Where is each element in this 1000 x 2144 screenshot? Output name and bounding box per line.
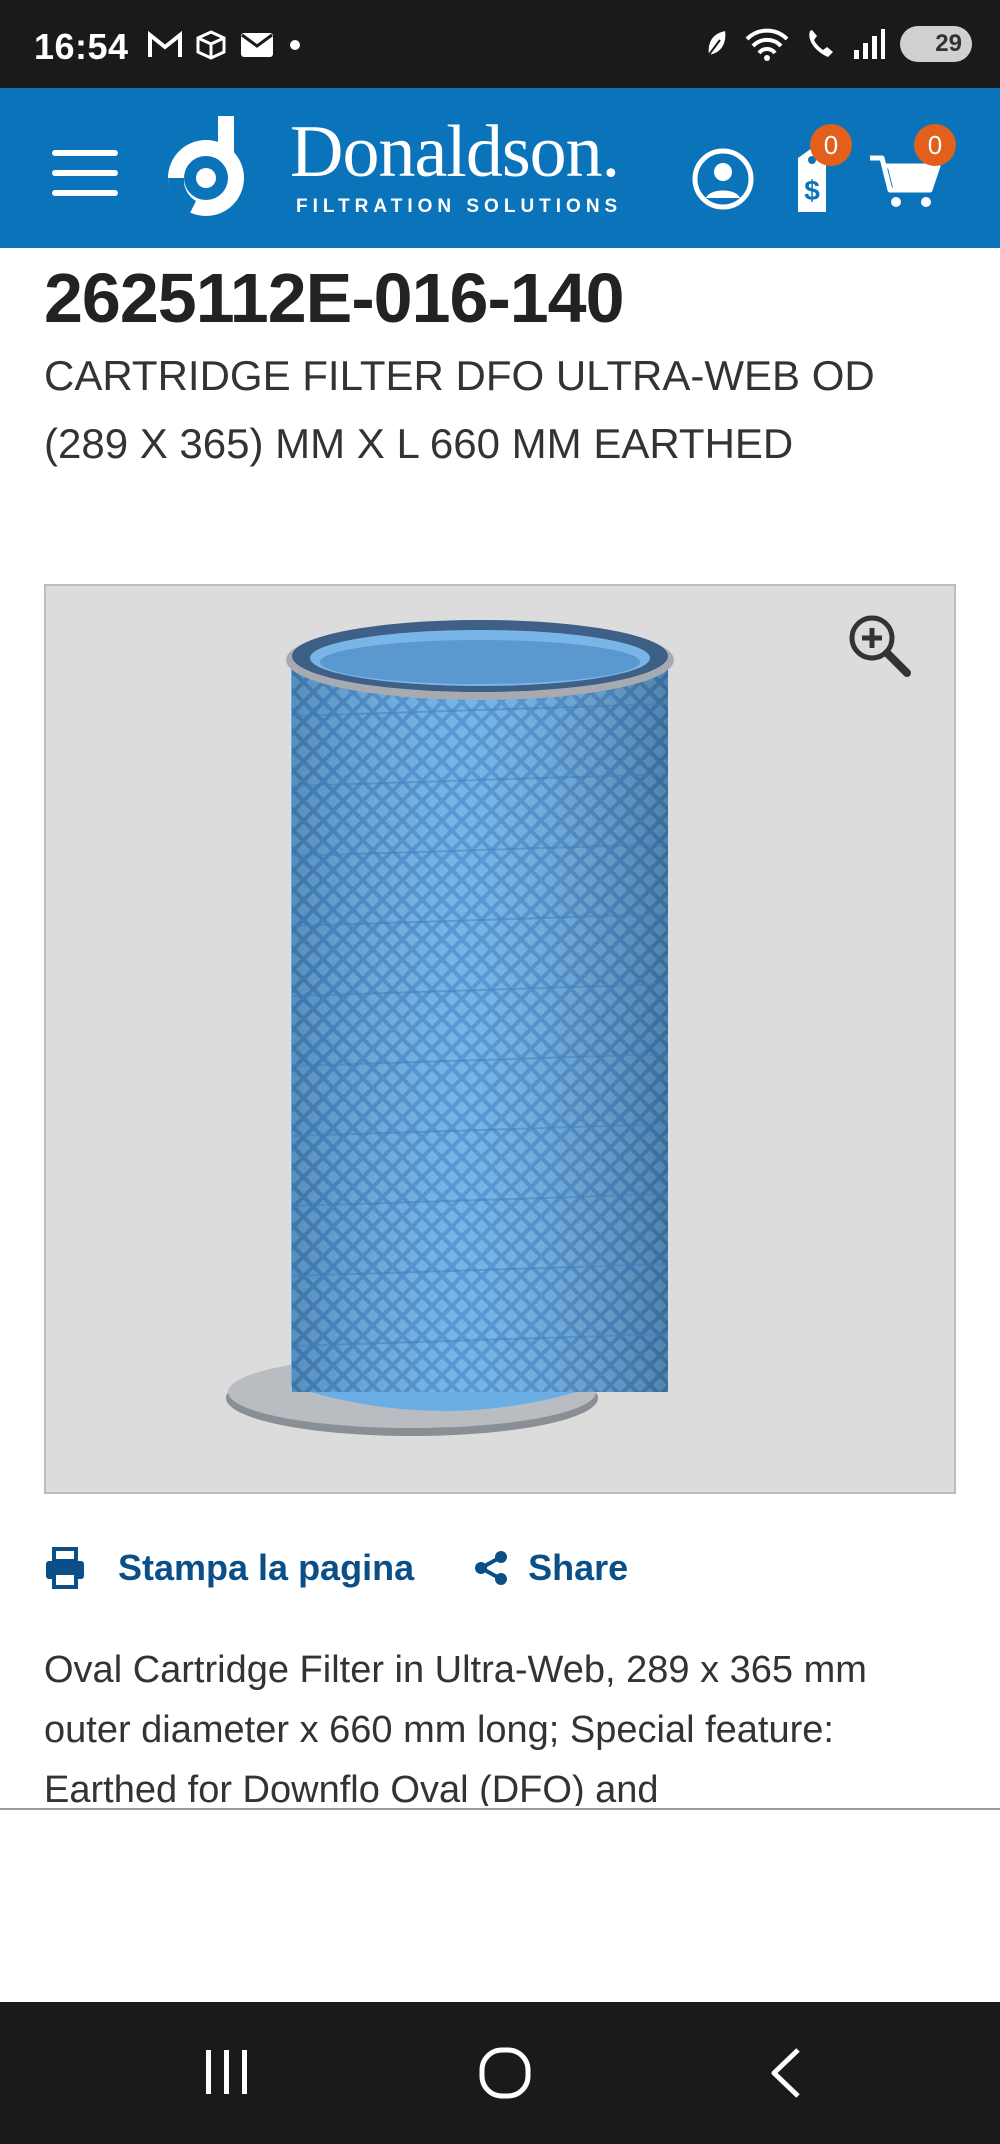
zoom-in-icon[interactable]	[846, 612, 912, 678]
product-description: CARTRIDGE FILTER DFO ULTRA-WEB OD (289 X…	[44, 352, 875, 467]
signal-icon	[854, 29, 885, 59]
share-label: Share	[528, 1547, 629, 1588]
package-icon	[196, 30, 226, 60]
print-page-button[interactable]: Stampa la pagina	[44, 1547, 414, 1589]
notification-icons	[148, 30, 302, 60]
back-icon[interactable]	[766, 2046, 806, 2100]
dot-icon	[290, 40, 300, 50]
wifi-call-icon	[809, 30, 833, 57]
cart-count-badge: 0	[914, 124, 956, 166]
donaldson-logo-icon[interactable]	[160, 116, 252, 224]
hamburger-menu-icon[interactable]	[52, 150, 118, 196]
brand-name: Donaldson.	[290, 111, 620, 193]
site-header: Donaldson. FILTRATION SOLUTIONS $ 0 0	[0, 88, 1000, 248]
printer-icon	[46, 1547, 84, 1589]
share-button[interactable]: Share	[474, 1547, 628, 1589]
gmail-icon	[148, 31, 182, 57]
svg-text:$: $	[804, 175, 820, 206]
battery-indicator: 29	[900, 26, 972, 62]
system-nav-bar	[0, 2002, 1000, 2144]
quote-count-badge: 0	[810, 124, 852, 166]
page-actions: Stampa la pagina Share	[44, 1538, 628, 1598]
product-image-frame[interactable]	[44, 584, 956, 1494]
system-icons: 29	[704, 26, 972, 62]
share-icon	[475, 1551, 508, 1585]
status-time: 16:54	[34, 26, 129, 67]
product-details-text: Oval Cartridge Filter in Ultra-Web, 289 …	[44, 1649, 867, 1806]
content-divider	[0, 1808, 1000, 1810]
print-page-label: Stampa la pagina	[118, 1547, 415, 1588]
cartridge-filter-image[interactable]	[46, 586, 954, 1492]
brand-tagline: FILTRATION SOLUTIONS	[296, 196, 623, 217]
recent-apps-icon[interactable]	[202, 2046, 252, 2098]
mail-icon	[241, 33, 273, 57]
home-icon[interactable]	[478, 2046, 532, 2100]
product-number: 2625112E-016-140	[44, 259, 625, 337]
status-bar: 16:54 29	[0, 0, 1000, 88]
wifi-icon	[745, 28, 789, 61]
account-icon[interactable]	[692, 148, 754, 210]
leaf-icon	[706, 28, 728, 58]
